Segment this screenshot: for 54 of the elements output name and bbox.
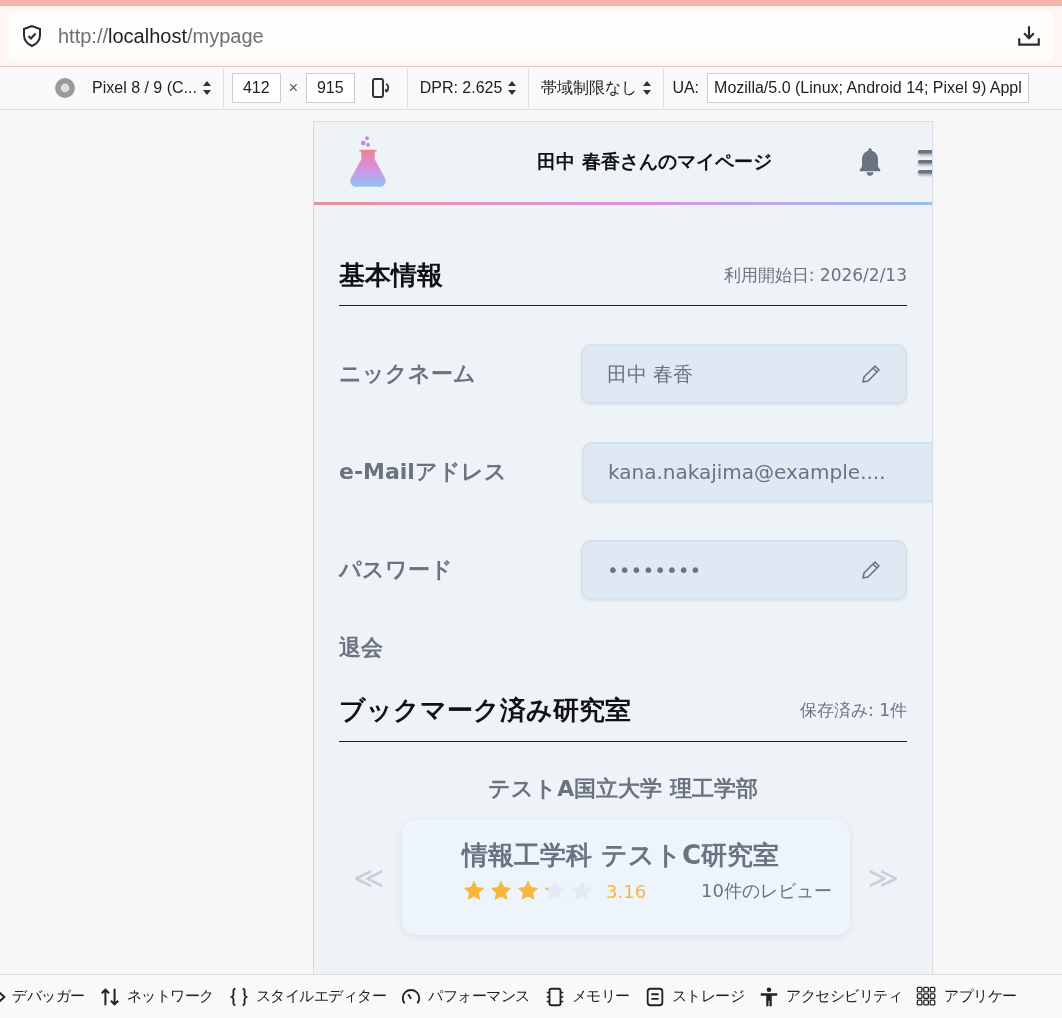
devtools-tab[interactable]: アクセシビリティ — [758, 985, 902, 1008]
address-bar[interactable]: http://localhost/mypage — [8, 12, 1054, 60]
field-value: kana.nakajima@example.... — [608, 460, 886, 484]
star-icon — [543, 879, 567, 903]
devtools-tab[interactable]: スタイルエディター — [227, 985, 386, 1008]
devtools-tab[interactable]: メモリー — [543, 985, 630, 1008]
height-input[interactable]: 915 — [305, 73, 355, 103]
field-label: e-Mailアドレス — [339, 458, 507, 486]
pencil-icon[interactable] — [859, 558, 883, 582]
grid-icon — [916, 985, 938, 1008]
input-field[interactable]: kana.nakajima@example.... — [582, 442, 932, 502]
devtools-tab[interactable]: デバッガー — [0, 987, 85, 1006]
withdraw-link[interactable]: 退会 — [339, 633, 383, 663]
page-title: 田中 春香さんのマイページ — [537, 149, 772, 174]
url-text: http://localhost/mypage — [58, 24, 265, 48]
throttle-select[interactable]: 帯域制限なし — [537, 77, 656, 99]
width-input[interactable]: 412 — [231, 73, 281, 103]
arrows-icon — [98, 985, 121, 1008]
ua-label: UA: — [672, 79, 700, 97]
devtools-tab[interactable]: パフォーマンス — [400, 985, 530, 1008]
input-field[interactable]: 田中 春香 — [581, 344, 907, 404]
start-date: 利用開始日: 2026/2/13 — [723, 263, 907, 287]
review-count: 10件のレビュー — [701, 879, 832, 903]
lab-name: 情報工学科 テストC研究室 — [462, 839, 781, 872]
saved-count: 保存済み: 1件 — [800, 699, 907, 722]
up-down-icon — [508, 81, 517, 95]
devtools-tab[interactable]: アプリケー — [916, 985, 1017, 1008]
field-value: 田中 春香 — [607, 360, 694, 388]
field-value: •••••••• — [607, 558, 702, 582]
rating-value: 3.16 — [606, 880, 647, 902]
person-icon — [758, 985, 780, 1008]
browser-logo-icon — [54, 77, 76, 99]
up-down-icon — [202, 81, 211, 95]
input-field[interactable]: •••••••• — [581, 540, 907, 600]
star-icon — [516, 879, 540, 903]
devtools-tab[interactable]: ネットワーク — [98, 985, 214, 1008]
university-name: テストA国立大学 理工学部 — [487, 775, 759, 803]
flask-logo-icon[interactable] — [349, 135, 387, 189]
shield-icon — [20, 24, 44, 48]
ua-input[interactable]: Mozilla/5.0 (Linux; Android 14; Pixel 9) Appl — [707, 73, 1029, 103]
download-icon[interactable] — [1016, 23, 1042, 49]
field-label: パスワード — [339, 556, 453, 584]
star-icon — [489, 879, 513, 903]
star-icon — [462, 879, 486, 903]
pencil-icon[interactable] — [859, 362, 883, 386]
dpr-select[interactable]: DPR: 2.625 — [415, 79, 521, 97]
field-label: ニックネーム — [339, 360, 476, 388]
section-title: 基本情報 — [339, 258, 443, 292]
device-select[interactable]: Pixel 8 / 9 (C... — [88, 79, 215, 97]
times-sign: × — [288, 79, 298, 97]
lab-card[interactable]: 情報工学科 テストC研究室 3.16 10件のレビュー — [402, 820, 850, 935]
devtools-tab[interactable]: ストレージ — [643, 985, 744, 1008]
up-down-icon — [643, 81, 652, 95]
section-title: ブックマーク済み研究室 — [339, 694, 631, 727]
